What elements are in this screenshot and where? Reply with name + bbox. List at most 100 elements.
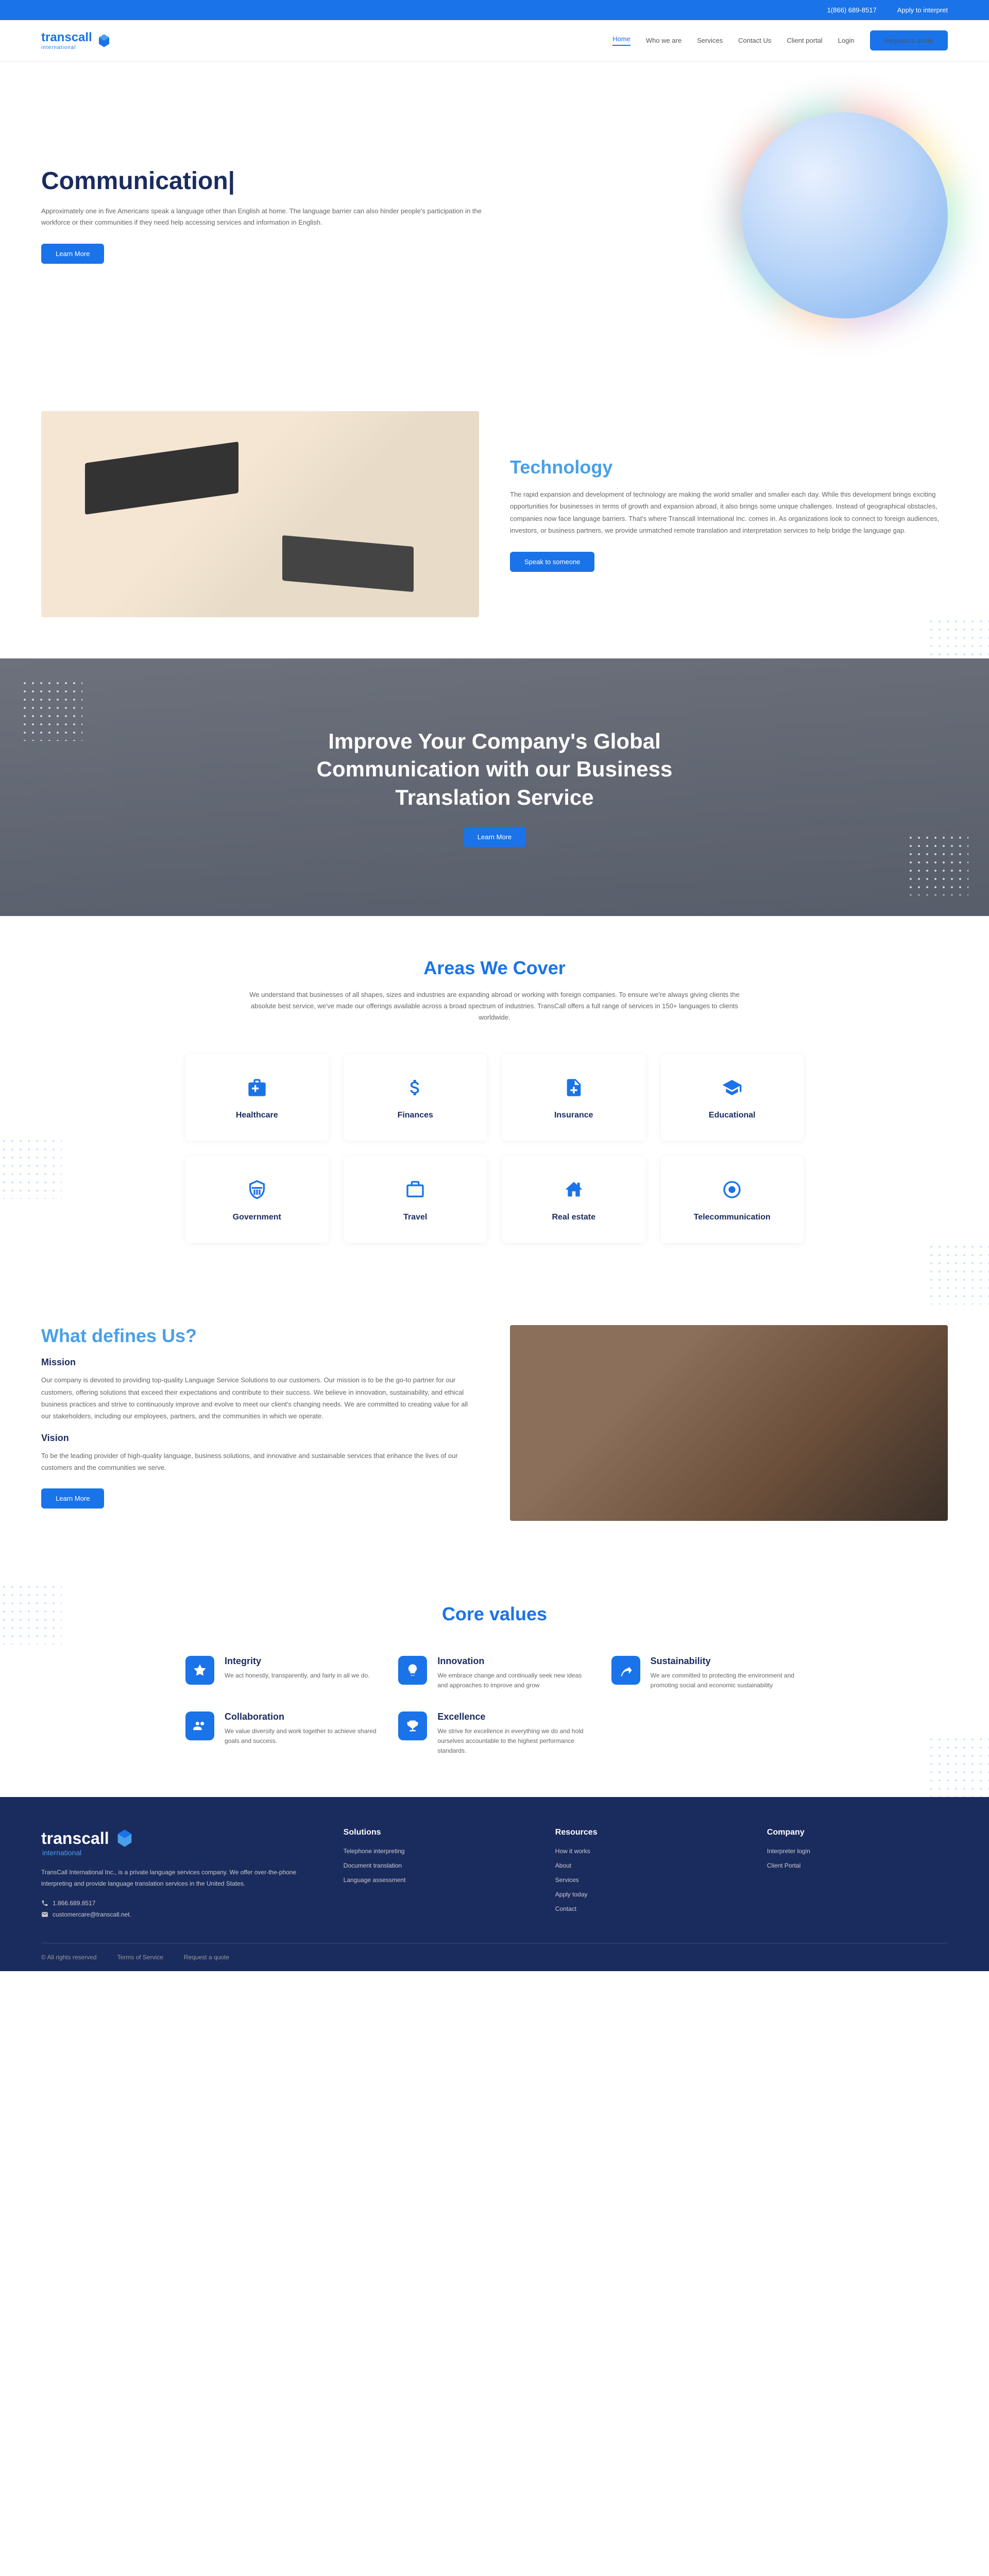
area-card-healthcare[interactable]: Healthcare	[185, 1054, 329, 1141]
footer-link[interactable]: Interpreter login	[767, 1848, 948, 1855]
area-label: Healthcare	[196, 1111, 318, 1120]
nav-contact[interactable]: Contact Us	[738, 37, 771, 44]
footer-link[interactable]: Services	[555, 1876, 736, 1884]
footer-link[interactable]: Document translation	[344, 1862, 524, 1869]
request-quote-link[interactable]: Request a quote	[184, 1954, 229, 1961]
value-name: Integrity	[225, 1656, 369, 1667]
technology-image	[41, 411, 479, 617]
footer-logo-icon	[114, 1828, 135, 1849]
government-icon	[244, 1177, 270, 1202]
value-integrity: IntegrityWe act honestly, transparently,…	[185, 1656, 378, 1690]
footer-link[interactable]: How it works	[555, 1848, 736, 1855]
footer-col-solutions: Solutions Telephone interpreting Documen…	[344, 1828, 524, 1922]
value-desc: We strive for excellence in everything w…	[437, 1726, 590, 1756]
area-label: Government	[196, 1213, 318, 1222]
value-sustainability: SustainabilityWe are committed to protec…	[611, 1656, 804, 1690]
footer-description: TransCall International Inc., is a priva…	[41, 1867, 313, 1889]
areas-section: Areas We Cover We understand that busine…	[0, 916, 989, 1284]
area-card-telecommunication[interactable]: Telecommunication	[661, 1156, 804, 1243]
defines-section: What defines Us? Mission Our company is …	[0, 1284, 989, 1562]
area-card-finances[interactable]: Finances	[344, 1054, 487, 1141]
footer-link[interactable]: Contact	[555, 1905, 736, 1912]
footer-link[interactable]: About	[555, 1862, 736, 1869]
footer-logo: transcall	[41, 1828, 313, 1849]
footer-link[interactable]: Apply today	[555, 1891, 736, 1898]
area-card-real-estate[interactable]: Real estate	[502, 1156, 645, 1243]
email-icon	[41, 1911, 48, 1918]
nav-services[interactable]: Services	[697, 37, 723, 44]
finances-icon	[402, 1075, 428, 1100]
request-quote-button[interactable]: Request a quote	[870, 30, 948, 50]
topbar: 1(866) 689-8517 Apply to interpret	[0, 0, 989, 20]
educational-icon	[719, 1075, 745, 1100]
hero-title: Communication|	[41, 167, 494, 195]
real-estate-icon	[561, 1177, 587, 1202]
area-label: Travel	[354, 1213, 477, 1222]
logo-icon	[96, 33, 112, 48]
values-section: Core values IntegrityWe act honestly, tr…	[0, 1562, 989, 1797]
footer-brand: transcall international TransCall Intern…	[41, 1828, 313, 1922]
banner-learn-more-button[interactable]: Learn More	[463, 827, 526, 847]
area-card-insurance[interactable]: Insurance	[502, 1054, 645, 1141]
technology-section: Technology The rapid expansion and devel…	[0, 370, 989, 658]
logo[interactable]: transcall international	[41, 30, 112, 50]
area-label: Finances	[354, 1111, 477, 1120]
values-title: Core values	[41, 1603, 948, 1625]
dots-decoration	[0, 1137, 62, 1199]
footer-phone[interactable]: 1.866.689.8517	[41, 1900, 313, 1907]
footer-link[interactable]: Language assessment	[344, 1876, 524, 1884]
hero-learn-more-button[interactable]: Learn More	[41, 244, 104, 264]
hero-text: Approximately one in five Americans spea…	[41, 206, 494, 228]
value-name: Collaboration	[225, 1711, 378, 1722]
mission-heading: Mission	[41, 1357, 479, 1368]
speak-to-someone-button[interactable]: Speak to someone	[510, 552, 594, 572]
excellence-icon	[398, 1711, 427, 1740]
area-card-government[interactable]: Government	[185, 1156, 329, 1243]
innovation-icon	[398, 1656, 427, 1685]
copyright: © All rights reserved	[41, 1954, 97, 1961]
defines-learn-more-button[interactable]: Learn More	[41, 1488, 104, 1509]
area-label: Insurance	[513, 1111, 635, 1120]
technology-title: Technology	[510, 456, 948, 478]
value-desc: We embrace change and continually seek n…	[437, 1671, 590, 1690]
footer-col-title: Company	[767, 1828, 948, 1837]
dots-decoration	[21, 679, 82, 741]
phone-icon	[41, 1900, 48, 1907]
footer-email[interactable]: customercare@transcall.net.	[41, 1911, 313, 1918]
banner-section: Improve Your Company's Global Communicat…	[0, 658, 989, 916]
topbar-phone[interactable]: 1(866) 689-8517	[827, 6, 877, 14]
footer-link[interactable]: Client Portal	[767, 1862, 948, 1869]
footer-col-title: Resources	[555, 1828, 736, 1837]
collaboration-icon	[185, 1711, 214, 1740]
travel-icon	[402, 1177, 428, 1202]
topbar-apply-link[interactable]: Apply to interpret	[897, 6, 948, 14]
footer-link[interactable]: Telephone interpreting	[344, 1848, 524, 1855]
nav-who-we-are[interactable]: Who we are	[646, 37, 681, 44]
values-grid: IntegrityWe act honestly, transparently,…	[185, 1656, 804, 1756]
nav: Home Who we are Services Contact Us Clie…	[612, 30, 948, 50]
value-name: Innovation	[437, 1656, 590, 1667]
integrity-icon	[185, 1656, 214, 1685]
footer-logo-subtitle: international	[42, 1849, 313, 1857]
nav-home[interactable]: Home	[612, 35, 630, 46]
value-desc: We value diversity and work together to …	[225, 1726, 378, 1746]
areas-grid: Healthcare Finances Insurance Educationa…	[185, 1054, 804, 1243]
footer-bottom: © All rights reserved Terms of Service R…	[41, 1943, 948, 1971]
value-innovation: Innovation We embrace change and continua…	[398, 1656, 590, 1690]
dots-decoration	[0, 1583, 62, 1645]
areas-text: We understand that businesses of all sha…	[237, 989, 752, 1023]
healthcare-icon	[244, 1075, 270, 1100]
logo-text: transcall	[41, 30, 92, 45]
terms-link[interactable]: Terms of Service	[117, 1954, 163, 1961]
defines-image	[510, 1325, 948, 1521]
logo-subtitle: international	[41, 45, 92, 50]
insurance-icon	[561, 1075, 587, 1100]
nav-client-portal[interactable]: Client portal	[787, 37, 822, 44]
area-card-educational[interactable]: Educational	[661, 1054, 804, 1141]
value-name: Excellence	[437, 1711, 590, 1722]
area-card-travel[interactable]: Travel	[344, 1156, 487, 1243]
value-name: Sustainability	[651, 1656, 804, 1667]
nav-login[interactable]: Login	[838, 37, 855, 44]
value-collaboration: Collaboration We value diversity and work…	[185, 1711, 378, 1756]
header: transcall international Home Who we are …	[0, 20, 989, 61]
